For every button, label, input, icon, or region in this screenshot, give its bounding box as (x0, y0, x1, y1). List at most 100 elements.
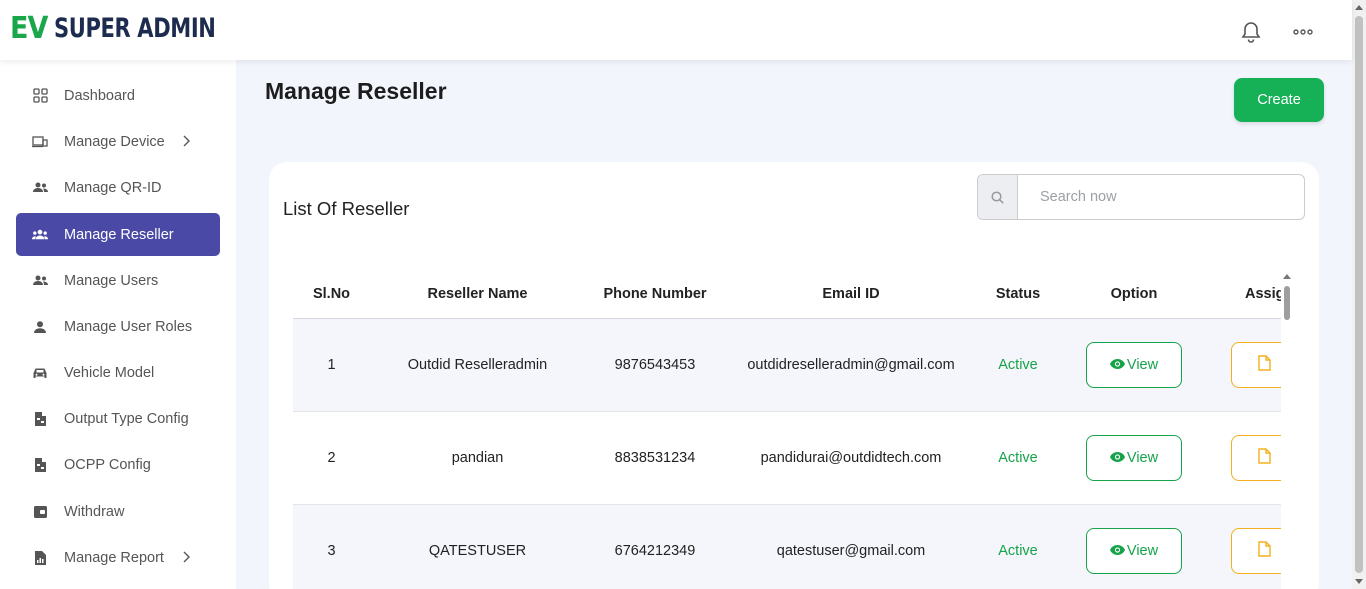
page-scrollbar[interactable] (1352, 0, 1366, 589)
file-icon (1257, 541, 1271, 560)
view-button[interactable]: View (1086, 341, 1182, 388)
sidebar-item-manage-report[interactable]: Manage Report (16, 536, 220, 579)
table-header-row: Sl.No Reseller Name Phone Number Email I… (293, 270, 1281, 319)
eye-icon (1109, 450, 1125, 466)
cell-sl-no: 3 (293, 504, 370, 589)
sidebar-item-label: Manage QR-ID (64, 179, 162, 196)
reseller-table: Sl.No Reseller Name Phone Number Email I… (293, 270, 1281, 589)
create-button[interactable]: Create (1234, 78, 1324, 122)
sidebar-item-withdraw[interactable]: Withdraw (16, 490, 220, 533)
config-icon (32, 457, 48, 473)
cell-assign (1209, 504, 1281, 589)
top-bar: EV SUPER ADMIN (0, 0, 1352, 60)
brand-ev: EV (10, 11, 48, 46)
cell-phone-number: 9876543453 (585, 318, 725, 412)
column-header-phone-number[interactable]: Phone Number (585, 270, 725, 319)
sidebar-item-label: Manage User Roles (64, 318, 193, 335)
reseller-list-card: List Of Reseller Sl.No Reseller Name Pho… (269, 162, 1319, 589)
config-icon (32, 411, 48, 427)
cell-sl-no: 1 (293, 318, 370, 412)
sidebar-item-vehicle-model[interactable]: Vehicle Model (16, 351, 220, 394)
search-input[interactable] (1018, 175, 1304, 219)
chevron-right-icon (178, 133, 194, 149)
page-scrollbar-thumb[interactable] (1355, 16, 1363, 573)
brand-logo[interactable]: EV SUPER ADMIN (10, 14, 261, 44)
user-icon (32, 319, 48, 335)
cell-option: View (1059, 411, 1209, 505)
sidebar-item-label: Output Type Config (64, 410, 189, 427)
sidebar-item-label: Vehicle Model (64, 364, 155, 381)
grid-icon (32, 88, 48, 104)
column-header-reseller-name[interactable]: Reseller Name (370, 270, 585, 319)
column-header-email-id[interactable]: Email ID (725, 270, 977, 319)
sidebar-item-ocpp-config[interactable]: OCPP Config (16, 443, 220, 486)
sidebar-item-label: Withdraw (64, 503, 125, 520)
sidebar: Dashboard Manage Device Manage QR-ID Man… (0, 60, 236, 589)
users-icon (32, 180, 48, 196)
cell-reseller-name: QATESTUSER (370, 504, 585, 589)
sidebar-item-manage-user-roles[interactable]: Manage User Roles (16, 305, 220, 348)
group-icon (32, 227, 48, 243)
search-box (977, 174, 1305, 220)
scroll-down-arrow-icon[interactable] (1355, 579, 1363, 584)
cell-option: View (1059, 504, 1209, 589)
users-icon (32, 273, 48, 289)
column-header-status[interactable]: Status (977, 270, 1059, 319)
cell-email: outdidreselleradmin@gmail.com (725, 318, 977, 412)
cell-reseller-name: Outdid Reselleradmin (370, 318, 585, 412)
view-button-label: View (1126, 356, 1159, 373)
assign-button[interactable] (1231, 527, 1281, 574)
table-scrollbar[interactable] (1280, 270, 1294, 589)
file-icon (1257, 448, 1271, 467)
bell-icon[interactable] (1239, 20, 1263, 44)
scroll-up-arrow-icon[interactable] (1355, 5, 1363, 10)
cell-assign (1209, 411, 1281, 505)
column-header-option[interactable]: Option (1059, 270, 1209, 319)
sidebar-item-label: Manage Users (64, 272, 159, 289)
sidebar-item-label: Manage Report (64, 549, 164, 566)
eye-icon (1109, 543, 1125, 559)
sidebar-item-label: Manage Device (64, 133, 165, 150)
chevron-right-icon (178, 549, 194, 565)
cell-sl-no: 2 (293, 411, 370, 505)
view-button-label: View (1126, 449, 1159, 466)
brand-name: SUPER ADMIN (53, 13, 216, 44)
eye-icon (1109, 357, 1125, 373)
sidebar-item-label: Dashboard (64, 87, 135, 104)
status-badge: Active (977, 411, 1059, 505)
column-header-sl-no[interactable]: Sl.No (293, 270, 370, 319)
assign-button[interactable] (1231, 434, 1281, 481)
assign-button[interactable] (1231, 341, 1281, 388)
sidebar-item-dashboard[interactable]: Dashboard (16, 74, 220, 117)
cell-email: qatestuser@gmail.com (725, 504, 977, 589)
table-scrollbar-thumb[interactable] (1284, 286, 1290, 320)
sidebar-item-manage-reseller[interactable]: Manage Reseller (16, 213, 220, 256)
cell-phone-number: 8838531234 (585, 411, 725, 505)
status-badge: Active (977, 504, 1059, 589)
sidebar-item-label: OCPP Config (64, 456, 151, 473)
more-icon[interactable] (1291, 20, 1315, 44)
sidebar-item-output-type-config[interactable]: Output Type Config (16, 397, 220, 440)
search-icon[interactable] (978, 175, 1018, 219)
view-button[interactable]: View (1086, 527, 1182, 574)
reseller-table-container: Sl.No Reseller Name Phone Number Email I… (293, 270, 1281, 589)
sidebar-item-manage-qr-id[interactable]: Manage QR-ID (16, 166, 220, 209)
sidebar-item-label: Manage Reseller (64, 226, 174, 243)
sidebar-item-manage-device[interactable]: Manage Device (16, 120, 220, 163)
cell-phone-number: 6764212349 (585, 504, 725, 589)
column-header-assign[interactable]: Assign (1209, 270, 1281, 319)
report-icon (32, 550, 48, 566)
car-icon (32, 365, 48, 381)
view-button[interactable]: View (1086, 434, 1182, 481)
page-title: Manage Reseller (265, 78, 447, 104)
file-icon (1257, 355, 1271, 374)
table-row: 3 QATESTUSER 6764212349 qatestuser@gmail… (293, 504, 1281, 589)
status-badge: Active (977, 318, 1059, 412)
cell-assign (1209, 318, 1281, 412)
sidebar-item-manage-users[interactable]: Manage Users (16, 259, 220, 302)
scroll-up-arrow-icon[interactable] (1283, 274, 1291, 279)
list-title: List Of Reseller (283, 198, 410, 219)
cell-option: View (1059, 318, 1209, 412)
cell-reseller-name: pandian (370, 411, 585, 505)
wallet-icon (32, 504, 48, 520)
